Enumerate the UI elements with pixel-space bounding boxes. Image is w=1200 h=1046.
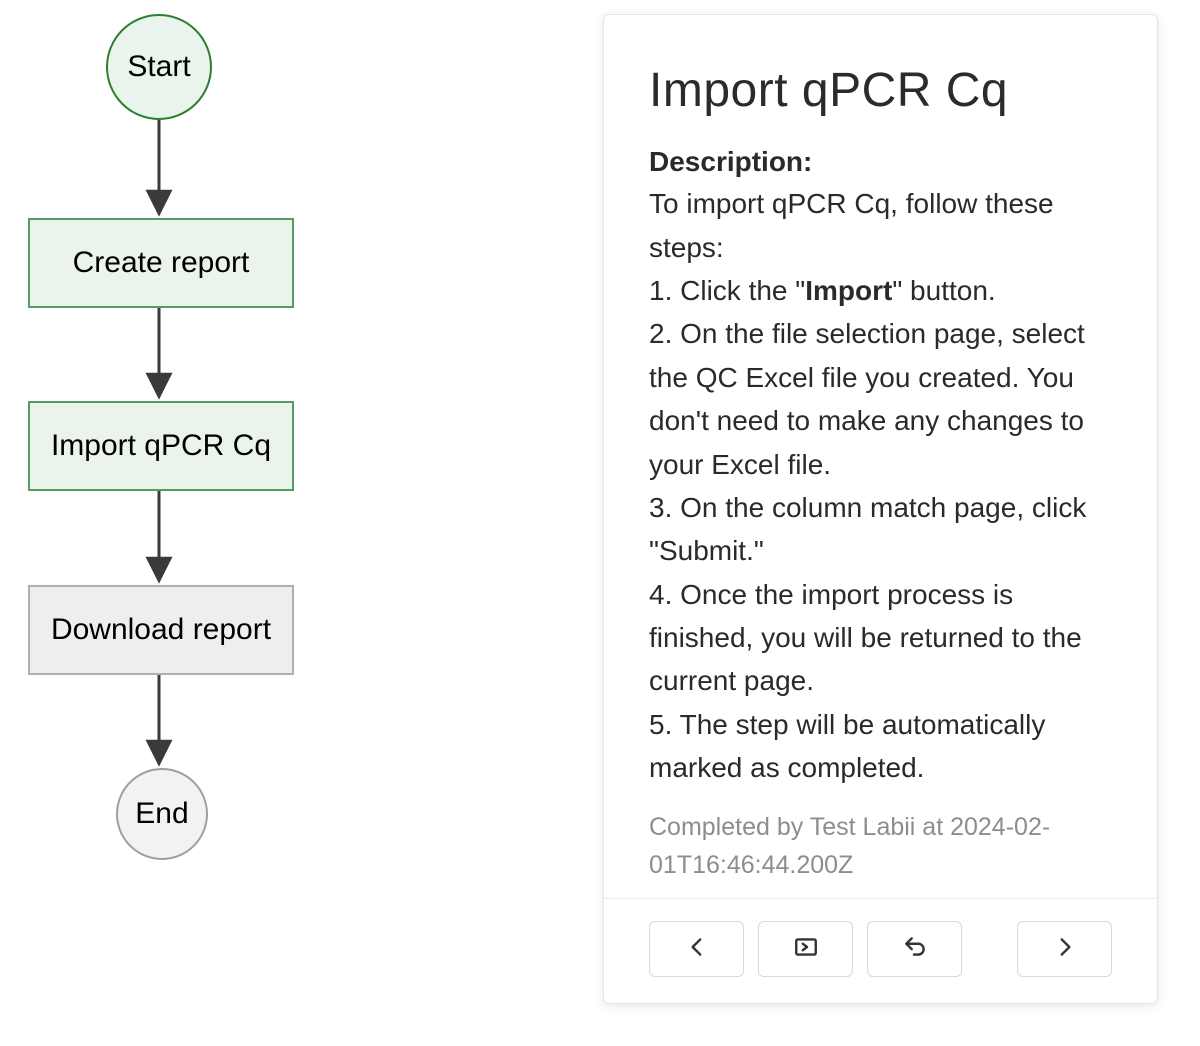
completed-by-text: Completed by Test Labii at 2024-02-01T16… xyxy=(649,808,1112,886)
workflow-flowchart: Start Create report Import qPCR Cq Downl… xyxy=(0,0,600,1046)
undo-button[interactable] xyxy=(867,921,962,977)
flow-node-create-report[interactable]: Create report xyxy=(28,218,294,308)
next-step-button[interactable] xyxy=(1017,921,1112,977)
step-detail-card: Import qPCR Cq Description: To import qP… xyxy=(603,14,1158,1004)
import-icon xyxy=(793,934,819,965)
chevron-left-icon xyxy=(684,934,710,965)
flow-node-label: Import qPCR Cq xyxy=(51,429,271,463)
prev-step-button[interactable] xyxy=(649,921,744,977)
step-title: Import qPCR Cq xyxy=(649,63,1112,118)
import-button[interactable] xyxy=(758,921,853,977)
flow-node-label: Start xyxy=(127,50,190,84)
flow-node-label: Download report xyxy=(51,613,271,647)
description-text: To import qPCR Cq, follow these steps: 1… xyxy=(649,182,1112,789)
flow-node-label: End xyxy=(135,797,188,831)
flow-node-start[interactable]: Start xyxy=(106,14,212,120)
flow-node-download-report[interactable]: Download report xyxy=(28,585,294,675)
flow-node-end[interactable]: End xyxy=(116,768,208,860)
undo-icon xyxy=(902,934,928,965)
step-footer xyxy=(604,898,1157,1003)
flow-node-label: Create report xyxy=(73,246,250,280)
chevron-right-icon xyxy=(1052,934,1078,965)
flow-node-import-qpcr-cq[interactable]: Import qPCR Cq xyxy=(28,401,294,491)
description-label: Description: xyxy=(649,146,1112,178)
